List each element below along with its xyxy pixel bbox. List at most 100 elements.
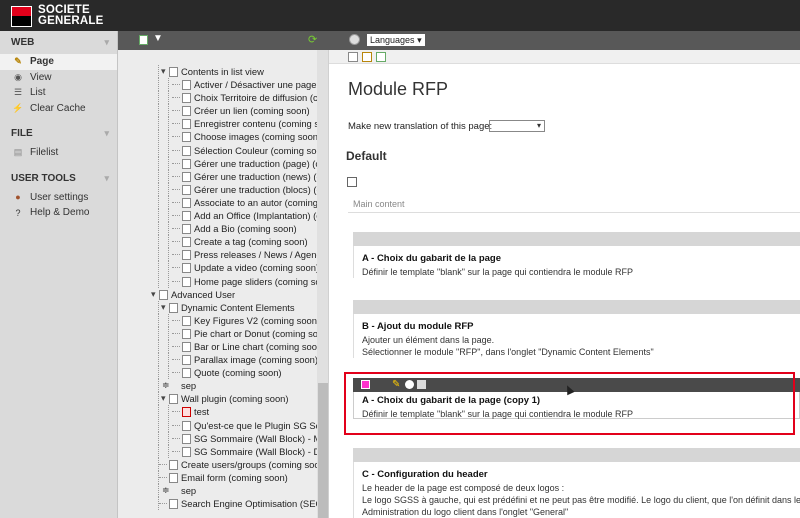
translation-select[interactable]: ▾ <box>489 120 545 132</box>
page-icon[interactable] <box>169 67 178 77</box>
tree-node[interactable]: Activer / Désactiver une page ( <box>118 78 322 92</box>
tree-node[interactable]: Gérer une traduction (blocs) (c <box>118 182 321 196</box>
collapse-toggle-icon[interactable]: ▾ <box>151 289 156 300</box>
tree-node[interactable]: Choix Territoire de diffusion (cc <box>118 91 322 105</box>
tree-node[interactable]: Gérer une traduction (page) (c <box>118 156 321 170</box>
content-element[interactable]: A - Choix du gabarit de la page Définir … <box>353 232 800 278</box>
page-icon[interactable] <box>182 420 191 431</box>
tree-scrollbar-thumb[interactable] <box>318 383 328 518</box>
page-icon[interactable] <box>182 328 191 339</box>
tree-node[interactable]: Pie chart or Donut (coming soc <box>118 326 323 340</box>
tree-node-label: sep <box>181 485 197 496</box>
tree-node-label: Search Engine Optimisation (SEO <box>181 498 323 510</box>
page-icon[interactable] <box>159 289 168 300</box>
page-icon[interactable] <box>182 197 191 208</box>
menu-section-web[interactable]: WEB ▾ <box>0 31 117 54</box>
page-icon[interactable] <box>182 250 191 261</box>
page-icon[interactable] <box>182 171 191 182</box>
content-element[interactable]: B - Ajout du module RFP Ajouter un éléme… <box>353 300 800 358</box>
globe-icon <box>349 34 360 45</box>
collapse-toggle-icon[interactable]: ▾ <box>161 302 166 313</box>
page-icon[interactable] <box>182 184 191 195</box>
page-icon[interactable] <box>182 80 191 91</box>
content-element[interactable]: C - Configuration du header Le header de… <box>353 448 800 518</box>
view-page-icon[interactable] <box>348 52 358 62</box>
menu-section-user-tools[interactable]: USER TOOLS ▾ <box>0 167 117 190</box>
page-icon[interactable] <box>182 433 191 444</box>
tree-node[interactable]: Search Engine Optimisation (SEO <box>118 497 323 511</box>
page-icon[interactable] <box>182 446 191 457</box>
view-column-icon[interactable] <box>347 177 357 187</box>
tree-node[interactable]: Quote (coming soon) <box>118 366 317 380</box>
tree-node[interactable]: Add a Bio (coming soon) <box>118 222 317 236</box>
tree-node[interactable]: ▾ Dynamic Content Elements <box>118 300 317 314</box>
tree-separator[interactable]: ≑ sep <box>118 484 317 497</box>
languages-select[interactable]: Languages ▾ <box>367 34 425 46</box>
page-icon[interactable] <box>182 263 191 274</box>
tree-node[interactable]: SG Sommaire (Wall Block) - D <box>118 444 320 458</box>
new-content-icon[interactable] <box>376 52 386 62</box>
menu-item-view[interactable]: ◉ View <box>0 70 117 86</box>
page-icon[interactable] <box>182 341 191 352</box>
tree-node[interactable]: Parallax image (coming soon) <box>118 353 318 367</box>
tree-node[interactable]: Qu'est-ce que le Plugin SG Sor <box>118 418 324 432</box>
tree-node[interactable]: Add an Office (Implantation) (c <box>118 209 321 223</box>
tree-node[interactable]: ▾ Wall plugin (coming soon) <box>118 392 317 406</box>
new-page-icon[interactable] <box>139 35 148 45</box>
collapse-toggle-icon[interactable]: ▾ <box>161 66 166 77</box>
page-icon[interactable] <box>182 211 191 222</box>
tree-node[interactable]: Créer un lien (coming soon) <box>118 104 317 118</box>
page-icon[interactable] <box>182 145 191 156</box>
societe-generale-logo[interactable]: SOCIETE GENERALE <box>11 4 104 27</box>
tree-node[interactable]: Enregistrer contenu (coming sc <box>118 117 324 131</box>
page-icon[interactable] <box>169 499 178 510</box>
tree-node[interactable]: Choose images (coming soon) <box>118 130 321 144</box>
tree-node[interactable]: Bar or Line chart (coming soo <box>118 339 317 353</box>
menu-item-user-settings[interactable]: ● User settings <box>0 190 117 206</box>
tree-node[interactable]: SG Sommaire (Wall Block) - M <box>118 431 321 445</box>
edit-page-icon[interactable] <box>362 52 372 62</box>
tree-node[interactable]: Update a video (coming soon) <box>118 261 319 275</box>
help-icon: ? <box>15 207 21 218</box>
collapse-toggle-icon[interactable]: ▾ <box>161 393 166 404</box>
tree-node[interactable]: Home page sliders (coming so <box>118 274 321 288</box>
page-icon[interactable] <box>182 237 191 248</box>
page-icon[interactable] <box>182 224 191 235</box>
tree-node[interactable]: Press releases / News / Agend <box>118 248 322 262</box>
page-icon[interactable] <box>182 93 191 104</box>
tree-node[interactable]: Associate to an autor (coming <box>118 195 318 209</box>
page-icon[interactable] <box>182 407 191 418</box>
menu-item-page[interactable]: ✎ Page <box>0 54 117 70</box>
menu-item-list[interactable]: ☰ List <box>0 85 117 101</box>
tree-node[interactable]: Create a tag (coming soon) <box>118 235 317 249</box>
page-icon[interactable] <box>182 368 191 379</box>
page-icon[interactable] <box>169 472 178 483</box>
menu-item-clear-cache[interactable]: ⚡ Clear Cache <box>0 101 117 117</box>
tree-node[interactable]: ▾ Advanced User <box>118 288 317 301</box>
page-icon[interactable] <box>182 355 191 366</box>
page-icon[interactable] <box>182 276 191 287</box>
filter-icon[interactable]: ▼ <box>153 33 163 44</box>
tree-node[interactable]: Sélection Couleur (coming soon <box>118 143 327 157</box>
tree-node[interactable]: Email form (coming soon) <box>118 470 317 484</box>
page-icon[interactable] <box>182 158 191 169</box>
tree-scrollbar[interactable] <box>317 50 328 518</box>
page-icon[interactable] <box>169 459 178 470</box>
menu-section-file[interactable]: FILE ▾ <box>0 122 117 145</box>
tree-node[interactable]: test <box>118 405 317 419</box>
page-icon[interactable] <box>182 315 191 326</box>
page-icon[interactable] <box>182 132 191 143</box>
page-icon[interactable] <box>182 106 191 117</box>
tree-node[interactable]: Key Figures V2 (coming soon) <box>118 313 320 327</box>
page-icon[interactable] <box>182 119 191 130</box>
tree-separator[interactable]: ≑ sep <box>118 379 317 393</box>
tree-node-label: Gérer une traduction (page) (c <box>194 157 321 169</box>
menu-item-help-demo[interactable]: ? Help & Demo <box>0 205 117 221</box>
tree-node[interactable]: Gérer une traduction (news) (c <box>118 169 321 183</box>
tree-node[interactable]: ▾ Contents in list view <box>118 65 317 78</box>
refresh-icon[interactable]: ⟳ <box>308 33 317 46</box>
page-icon[interactable] <box>169 302 178 313</box>
page-icon[interactable] <box>169 394 178 405</box>
menu-item-filelist[interactable]: ▤ Filelist <box>0 145 117 161</box>
tree-node[interactable]: Create users/groups (coming soo <box>118 457 320 471</box>
